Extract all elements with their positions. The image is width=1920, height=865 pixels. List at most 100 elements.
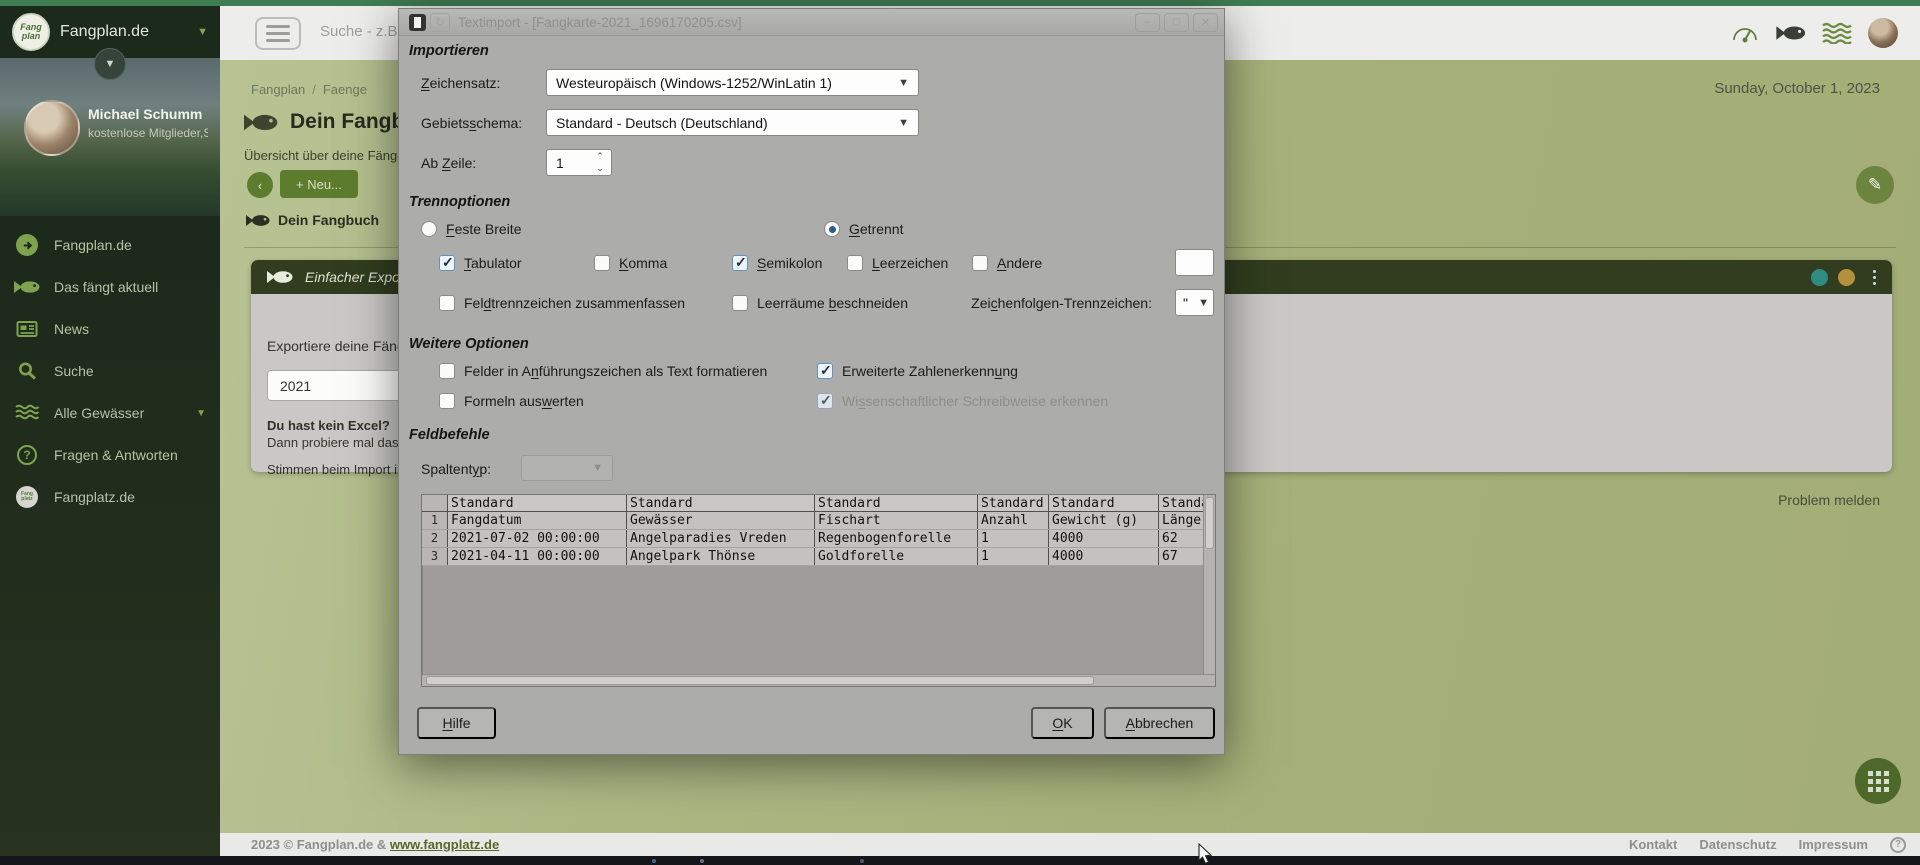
problem-melden-link[interactable]: Problem melden xyxy=(1778,492,1880,508)
refresh-icon[interactable]: ↻ xyxy=(430,13,450,32)
checkbox-icon[interactable] xyxy=(439,363,455,379)
help-icon[interactable]: ? xyxy=(1890,837,1906,853)
sidebar-item-label: News xyxy=(54,321,89,337)
fish-icon xyxy=(14,277,40,297)
checkbox-checked-icon[interactable] xyxy=(732,255,748,271)
dialog-titlebar[interactable]: ↻ Textimport - [Fangkarte-2021_169617020… xyxy=(399,9,1224,36)
kebab-menu-icon[interactable] xyxy=(1873,270,1876,285)
maximize-button[interactable]: □ xyxy=(1164,13,1189,32)
space-checkbox[interactable]: Leerzeichen xyxy=(847,255,948,271)
horizontal-scrollbar[interactable] xyxy=(422,674,1215,686)
csv-preview-grid[interactable]: Standard Standard Standard Standard Stan… xyxy=(422,495,1203,566)
export-card-status xyxy=(1811,269,1876,286)
evaluate-formulas-checkbox[interactable]: Formeln auswerten xyxy=(439,393,584,409)
edit-pencil-button[interactable]: ✎ xyxy=(1856,166,1894,204)
checkbox-icon[interactable] xyxy=(594,255,610,271)
tab-dein-fangbuch[interactable]: Dein Fangbuch xyxy=(246,212,379,228)
close-button[interactable]: ✕ xyxy=(1193,13,1218,32)
chevron-down-icon: ▼ xyxy=(1198,297,1209,309)
fish-icon xyxy=(246,213,270,228)
checkbox-checked-icon[interactable] xyxy=(817,363,833,379)
other-separator-input[interactable] xyxy=(1175,249,1214,276)
table-row[interactable]: 3 2021-04-11 00:00:00 Angelpark Thönse G… xyxy=(422,548,1203,566)
breadcrumb[interactable]: Fangplan/Faenge xyxy=(251,82,367,97)
minimize-button[interactable]: – xyxy=(1135,13,1160,32)
checkbox-icon[interactable] xyxy=(439,393,455,409)
copyright: 2023 © Fangplan.de & www.fangplatz.de xyxy=(251,837,499,852)
user-name: Michael Schumm xyxy=(88,106,202,122)
sidebar-item-fangplan[interactable]: Fangplan.de xyxy=(0,224,220,266)
comma-checkbox[interactable]: Komma xyxy=(594,255,667,271)
checkbox-checked-icon[interactable] xyxy=(439,255,455,271)
fixed-width-radio[interactable]: Feste Breite xyxy=(421,221,522,237)
chevron-down-icon[interactable]: ▼ xyxy=(196,408,206,419)
radio-selected-icon[interactable] xyxy=(824,221,840,237)
status-dot-gold[interactable] xyxy=(1838,269,1855,286)
checkbox-icon[interactable] xyxy=(847,255,863,271)
page-footer: 2023 © Fangplan.de & www.fangplatz.de Ko… xyxy=(220,833,1920,856)
status-dot-teal[interactable] xyxy=(1811,269,1828,286)
locale-select[interactable]: Standard - Deutsch (Deutschland)▼ xyxy=(546,109,919,136)
sidebar-item-suche[interactable]: Suche xyxy=(0,350,220,392)
footer-link-datenschutz[interactable]: Datenschutz xyxy=(1699,837,1776,852)
user-membership: kostenlose Mitglieder,S... xyxy=(88,126,208,140)
string-delimiter-combo[interactable]: "▼ xyxy=(1175,289,1214,316)
detect-numbers-checkbox[interactable]: Erweiterte Zahlenerkennung xyxy=(817,363,1018,379)
trim-spaces-checkbox[interactable]: Leerräume beschneiden xyxy=(732,295,908,311)
tab-checkbox[interactable]: Tabulator xyxy=(439,255,522,271)
csv-preview-frame: Standard Standard Standard Standard Stan… xyxy=(421,494,1216,687)
scrollbar-thumb[interactable] xyxy=(1205,497,1214,549)
spinner-arrows[interactable]: ⌃⌄ xyxy=(589,151,611,175)
scrollbar-thumb[interactable] xyxy=(426,676,1094,685)
locale-label: Gebietsschema: xyxy=(421,115,522,131)
sidebar-item-label: Suche xyxy=(54,363,94,379)
semicolon-checkbox[interactable]: Semikolon xyxy=(732,255,822,271)
column-type-select: ▼ xyxy=(521,455,613,481)
hamburger-menu-button[interactable] xyxy=(255,17,301,50)
avatar[interactable] xyxy=(1868,18,1898,48)
fish-icon[interactable] xyxy=(1776,24,1806,42)
checkbox-icon[interactable] xyxy=(972,255,988,271)
sidebar-item-fragen-antworten[interactable]: ? Fragen & Antworten xyxy=(0,434,220,476)
fangplatz-link[interactable]: www.fangplatz.de xyxy=(390,837,499,852)
sidebar-item-das-faengt-aktuell[interactable]: Das fängt aktuell xyxy=(0,266,220,308)
sidebar-menu: Fangplan.de Das fängt aktuell News Suche xyxy=(0,224,220,518)
footer-link-impressum[interactable]: Impressum xyxy=(1799,837,1868,852)
table-row[interactable]: 2 2021-07-02 00:00:00 Angelparadies Vred… xyxy=(422,530,1203,548)
cancel-button[interactable]: Abbrechen xyxy=(1104,707,1215,739)
ok-button[interactable]: OK xyxy=(1031,707,1094,739)
separated-radio[interactable]: Getrennt xyxy=(824,221,903,237)
breadcrumb-faenge[interactable]: Faenge xyxy=(323,82,367,97)
charset-select[interactable]: Westeuropäisch (Windows-1252/WinLatin 1)… xyxy=(546,69,919,96)
taskbar-hint xyxy=(700,859,704,863)
table-row[interactable]: 1 Fangdatum Gewässer Fischart Anzahl Gew… xyxy=(422,512,1203,530)
new-entry-button[interactable]: + Neu... xyxy=(280,170,358,198)
waves-icon xyxy=(14,403,40,423)
help-button[interactable]: Hilfe xyxy=(417,707,496,739)
apps-grid-button[interactable] xyxy=(1855,758,1901,804)
other-checkbox[interactable]: Andere xyxy=(972,255,1042,271)
waves-icon[interactable] xyxy=(1822,22,1852,44)
sidebar-item-alle-gewaesser[interactable]: Alle Gewässer ▼ xyxy=(0,392,220,434)
chevron-down-icon[interactable]: ▼ xyxy=(197,26,208,38)
checkbox-icon[interactable] xyxy=(732,295,748,311)
arrow-right-circle-icon xyxy=(14,235,40,255)
avatar[interactable] xyxy=(24,100,80,156)
checkbox-icon[interactable] xyxy=(439,295,455,311)
libreoffice-doc-icon xyxy=(409,14,426,31)
profile-collapse-button[interactable]: ▼ xyxy=(94,48,126,80)
from-row-spinner[interactable]: 1 ⌃⌄ xyxy=(546,149,612,176)
gauge-icon[interactable] xyxy=(1730,21,1760,45)
from-row-label: Ab Zeile: xyxy=(421,155,476,171)
breadcrumb-fangplan[interactable]: Fangplan xyxy=(251,82,305,97)
sidebar-item-fangplatz[interactable]: Fangplatz Fangplatz.de xyxy=(0,476,220,518)
vertical-scrollbar[interactable] xyxy=(1203,495,1215,674)
footer-links: Kontakt Datenschutz Impressum ? xyxy=(1629,837,1906,853)
merge-delimiters-checkbox[interactable]: Feldtrennzeichen zusammenfassen xyxy=(439,295,685,311)
quoted-as-text-checkbox[interactable]: Felder in Anführungszeichen als Text for… xyxy=(439,363,767,379)
back-button[interactable]: ‹ xyxy=(247,172,273,198)
radio-icon[interactable] xyxy=(421,221,437,237)
footer-link-kontakt[interactable]: Kontakt xyxy=(1629,837,1677,852)
sidebar-item-news[interactable]: News xyxy=(0,308,220,350)
column-header-row[interactable]: Standard Standard Standard Standard Stan… xyxy=(422,495,1203,512)
